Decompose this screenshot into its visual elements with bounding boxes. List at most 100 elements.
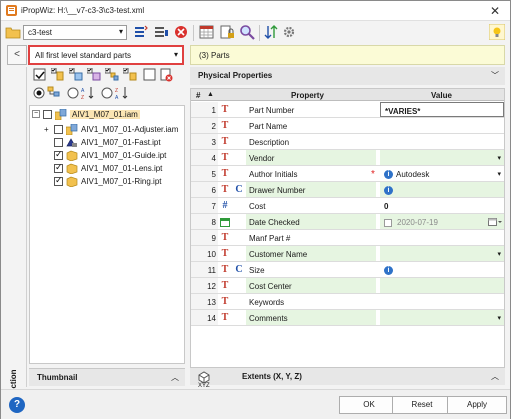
property-row[interactable]: 4 T Vendor ▾ [191,150,504,166]
calendar-icon[interactable] [488,218,502,228]
unchecked-checkbox-icon[interactable] [143,68,157,82]
part-filter-icon[interactable] [51,68,65,82]
property-value-cell[interactable]: *VARIES* [380,102,504,117]
info-icon[interactable]: i [384,170,393,180]
property-name: Size [249,266,265,275]
property-row[interactable]: 8 Date Checked 2020-07-19 [191,214,504,230]
property-row[interactable]: 14 T Comments ▾ [191,310,504,326]
property-value: *VARIES* [385,107,421,116]
tree-checkbox[interactable] [54,175,63,186]
assembly-icon [55,109,67,120]
column-header-num[interactable]: # [196,91,200,100]
row-number: 9 [191,230,218,245]
extents-header[interactable]: XYZ Extents (X, Y, Z) ︿ [190,367,505,389]
tree-node-label: AIV1_M07_01-Adjuster.iam [81,125,179,134]
property-row[interactable]: 11 T C Size i [191,262,504,278]
property-row[interactable]: 13 T Keywords [191,294,504,310]
text-property-icon: T [221,232,229,243]
property-row[interactable]: 1 T Part Number *VARIES* [191,102,504,118]
property-row[interactable]: 7 # Cost 0 [191,198,504,214]
tree-checkbox[interactable] [54,162,63,173]
lightbulb-icon[interactable] [489,24,505,40]
property-name: Manf Part # [249,234,291,243]
chevron-down-icon[interactable]: ▾ [497,250,501,258]
property-value-cell[interactable] [380,118,504,133]
edit-list-icon[interactable] [133,24,149,40]
text-property-icon: T [221,312,229,323]
ok-button[interactable]: OK [339,396,399,414]
search-icon[interactable] [239,24,255,40]
property-row[interactable]: 12 T Cost Center [191,278,504,294]
property-value-cell[interactable] [380,230,504,245]
help-icon[interactable]: ? [9,397,25,413]
sort-az-icon[interactable]: AZ [81,86,95,100]
properties-panel: (3) Parts Physical Properties ﹀ # ▲ Prop… [190,45,505,389]
tree-checkbox[interactable] [54,149,63,160]
list-settings-icon[interactable] [153,24,169,40]
property-row[interactable]: 9 T Manf Part # [191,230,504,246]
physical-properties-header[interactable]: Physical Properties ﹀ [190,67,505,85]
info-icon[interactable]: i [384,266,393,276]
radio-unselected-icon[interactable] [101,86,115,100]
toolbar-separator [259,25,260,41]
assembly-filter-icon[interactable] [105,68,119,82]
lock-document-icon[interactable] [219,24,235,40]
apply-button[interactable]: Apply [447,396,507,414]
property-row[interactable]: 5 T Author Initials * i Autodesk ▾ [191,166,504,182]
tree-checkbox[interactable] [54,138,63,147]
tree-checkbox[interactable] [54,125,63,134]
checked-checkbox-icon[interactable] [33,68,47,82]
property-value-cell[interactable] [380,278,504,293]
info-icon[interactable]: i [384,186,393,196]
content-center-filter-icon[interactable] [123,68,137,82]
property-value-cell[interactable]: ▾ [380,310,504,325]
property-row[interactable]: 10 T Customer Name ▾ [191,246,504,262]
reset-button[interactable]: Reset [392,396,452,414]
chevron-down-icon[interactable]: ▾ [497,170,501,178]
property-value-cell[interactable] [380,294,504,309]
chevron-down-icon[interactable]: ▾ [497,314,501,322]
column-header-value[interactable]: Value [431,91,452,100]
exclude-filter-icon[interactable] [159,68,173,82]
close-icon[interactable]: ✕ [488,4,502,18]
property-value-cell[interactable]: i [380,182,504,197]
part-icon [66,176,78,187]
thumbnail-header[interactable]: Thumbnail ︿ [29,368,185,386]
property-value-cell[interactable]: 2020-07-19 [380,214,504,229]
open-folder-icon[interactable] [5,24,21,40]
radio-selected-icon[interactable] [33,86,47,100]
property-row[interactable]: 3 T Description [191,134,504,150]
hierarchy-view-icon[interactable] [47,86,61,100]
tree-node-label: AIV1_M07_01-Ring.ipt [81,177,162,186]
text-property-icon: T [221,296,229,307]
sort-updown-icon[interactable] [263,24,279,40]
column-header-property[interactable]: Property [291,91,324,100]
sheetmetal-filter-icon[interactable] [69,68,83,82]
property-value-cell[interactable]: ▾ [380,246,504,261]
property-value-cell[interactable]: i [380,262,504,277]
filter-dropdown[interactable]: All first level standard parts ▾ [28,45,184,65]
property-value-cell[interactable] [380,134,504,149]
radio-unselected-icon[interactable] [67,86,81,100]
special-part-icon [66,138,77,147]
property-value-cell[interactable]: i Autodesk ▾ [380,166,504,181]
sort-up-icon[interactable]: ▲ [207,91,214,98]
date-checkbox[interactable] [384,218,392,227]
tree-checkbox[interactable] [43,110,52,119]
collapse-panel-button[interactable]: < [7,45,27,65]
property-value-cell[interactable]: ▾ [380,150,504,165]
spreadsheet-icon[interactable] [199,24,215,40]
collapse-toggle-icon[interactable]: − [32,110,40,118]
sort-za-icon[interactable]: ZA [115,86,129,100]
svg-text:Z: Z [81,95,84,100]
property-row[interactable]: 6 T C Drawer Number i [191,182,504,198]
delete-icon[interactable] [173,24,189,40]
property-value-cell[interactable]: 0 [380,198,504,213]
config-combo[interactable]: c3-test ▾ [23,25,127,40]
gear-icon[interactable] [281,24,297,40]
property-row[interactable]: 2 T Part Name [191,118,504,134]
weldment-filter-icon[interactable] [87,68,101,82]
selection-sidebar[interactable]: Selection [7,67,27,405]
chevron-down-icon[interactable]: ▾ [497,154,501,162]
expand-toggle-icon[interactable]: + [44,125,49,134]
